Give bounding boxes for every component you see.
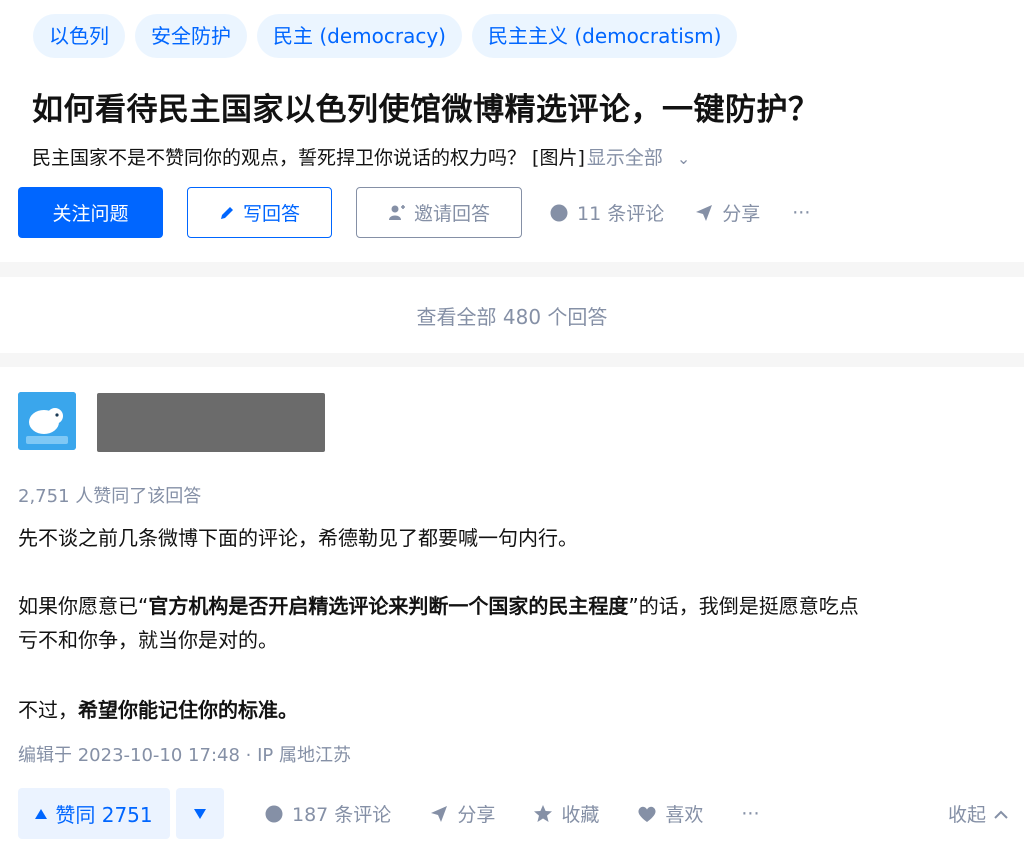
share-icon bbox=[431, 805, 448, 822]
question-share-label: 分享 bbox=[722, 203, 761, 225]
share-icon bbox=[696, 204, 713, 221]
topic-tag[interactable]: 民主主义 (democratism) bbox=[472, 14, 738, 58]
answer-paragraph: 如果你愿意已“官方机构是否开启精选评论来判断一个国家的民主程度”的话，我倒是挺愿… bbox=[18, 590, 859, 623]
question-detail-text: 民主国家不是不赞同你的观点，誓死捍卫你说话的权力吗？ [图片] bbox=[32, 147, 585, 169]
triangle-down-icon bbox=[194, 808, 206, 819]
invite-answer-button[interactable]: 邀请回答 bbox=[356, 187, 522, 238]
answer-share-label: 分享 bbox=[457, 804, 496, 826]
answer-action-bar: 赞同 2751 187 条评论 分享 收藏 喜欢 ··· 收起 bbox=[18, 788, 1008, 839]
answer-share-button[interactable]: 分享 bbox=[429, 800, 495, 827]
show-all-link[interactable]: 显示全部 bbox=[587, 147, 663, 169]
avatar[interactable] bbox=[18, 392, 76, 450]
question-card: 以色列 安全防护 民主 (democracy) 民主主义 (democratis… bbox=[0, 0, 1024, 262]
answer-bold-text: 希望你能记住你的标准。 bbox=[78, 698, 298, 722]
write-answer-button[interactable]: 写回答 bbox=[187, 187, 332, 238]
question-actions: 关注问题 写回答 邀请回答 11 条评论 分享 ··· bbox=[18, 187, 810, 238]
question-detail: 民主国家不是不赞同你的观点，誓死捍卫你说话的权力吗？ [图片] 显示全部 ⌄ bbox=[32, 143, 690, 170]
answer-comments-label: 187 条评论 bbox=[292, 804, 392, 826]
write-answer-label: 写回答 bbox=[242, 203, 300, 225]
comment-icon bbox=[265, 805, 283, 822]
edit-timestamp: 编辑于 2023-10-10 17:48 · IP 属地江苏 bbox=[18, 745, 351, 766]
dog-avatar-icon bbox=[18, 392, 76, 450]
heart-icon bbox=[638, 806, 656, 822]
downvote-button[interactable] bbox=[176, 788, 224, 839]
triangle-up-icon bbox=[35, 808, 48, 819]
chevron-up-icon bbox=[994, 810, 1008, 819]
invite-answer-label: 邀请回答 bbox=[413, 203, 490, 225]
answer-paragraph: 先不谈之前几条微博下面的评论，希德勒见了都要喊一句内行。 bbox=[18, 526, 578, 550]
topic-tag[interactable]: 安全防护 bbox=[135, 14, 247, 58]
question-comments-label: 11 条评论 bbox=[577, 203, 665, 225]
answer-bold-text: 官方机构是否开启精选评论来判断一个国家的民主程度 bbox=[148, 594, 629, 618]
answer-text: 不过， bbox=[18, 698, 78, 722]
comment-icon bbox=[550, 204, 568, 221]
redacted-author-name bbox=[97, 393, 325, 452]
topic-tag[interactable]: 民主 (democracy) bbox=[257, 14, 462, 58]
answer-paragraph: 亏不和你争，就当你是对的。 bbox=[18, 628, 278, 652]
question-more-button[interactable]: ··· bbox=[792, 202, 810, 224]
topic-list: 以色列 安全防护 民主 (democracy) 民主主义 (democratis… bbox=[33, 14, 738, 58]
like-label: 喜欢 bbox=[665, 804, 704, 826]
collapse-button[interactable]: 收起 bbox=[948, 800, 1008, 827]
like-button[interactable]: 喜欢 bbox=[637, 800, 703, 827]
collect-button[interactable]: 收藏 bbox=[533, 800, 599, 827]
answer-text: 如果你愿意已“ bbox=[18, 594, 149, 618]
answer-comments-button[interactable]: 187 条评论 bbox=[264, 800, 391, 827]
upvote-button[interactable]: 赞同 2751 bbox=[18, 788, 170, 839]
answer-card: 2,751 人赞同了该回答 先不谈之前几条微博下面的评论，希德勒见了都要喊一句内… bbox=[0, 367, 1024, 855]
invite-user-icon bbox=[388, 204, 405, 220]
answer-more-button[interactable]: ··· bbox=[741, 803, 759, 825]
question-comments-button[interactable]: 11 条评论 bbox=[549, 199, 664, 226]
question-title[interactable]: 如何看待民主国家以色列使馆微博精选评论，一键防护？ bbox=[32, 84, 820, 129]
collapse-label: 收起 bbox=[947, 804, 986, 826]
collect-label: 收藏 bbox=[561, 804, 600, 826]
pencil-icon bbox=[220, 206, 233, 219]
answer-paragraph: 不过，希望你能记住你的标准。 bbox=[18, 694, 298, 727]
follow-question-button[interactable]: 关注问题 bbox=[18, 187, 163, 238]
topic-tag[interactable]: 以色列 bbox=[33, 14, 125, 58]
vote-count-line: 2,751 人赞同了该回答 bbox=[18, 486, 202, 507]
answer-text: ”的话，我倒是挺愿意吃点 bbox=[628, 594, 859, 618]
star-icon bbox=[534, 804, 553, 822]
upvote-label: 赞同 2751 bbox=[55, 803, 153, 827]
question-share-button[interactable]: 分享 bbox=[694, 199, 760, 226]
chevron-down-icon[interactable]: ⌄ bbox=[677, 149, 690, 168]
view-all-answers-link[interactable]: 查看全部 480 个回答 bbox=[0, 277, 1024, 353]
